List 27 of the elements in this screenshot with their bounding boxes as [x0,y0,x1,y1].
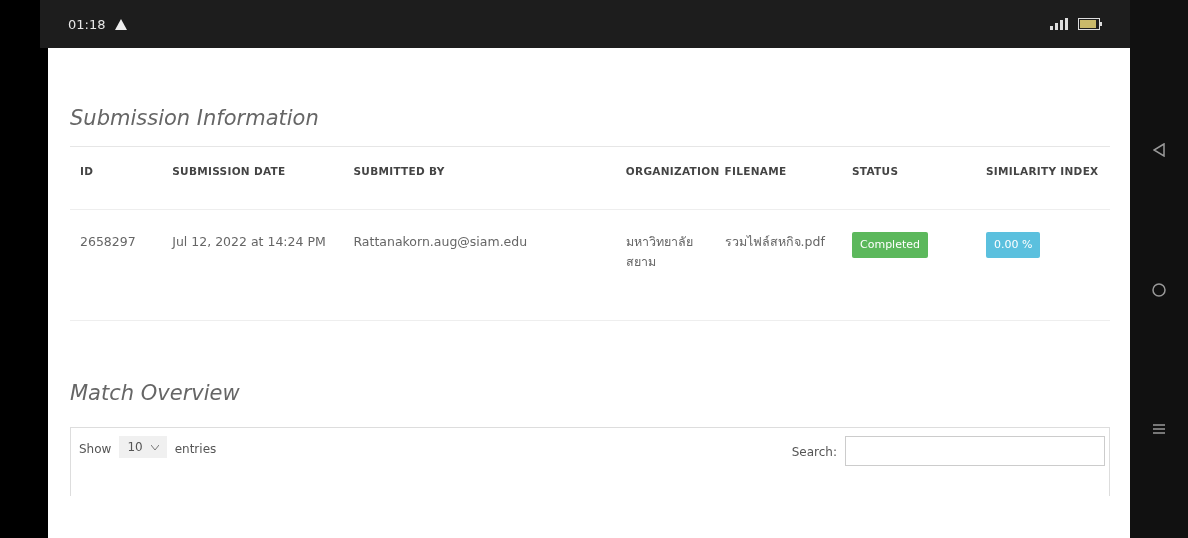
battery-icon [1078,18,1102,30]
table-cell: Rattanakorn.aug@siam.edu [343,209,616,321]
similarity-label: 0.00 % [985,232,1041,258]
search-label: Search: [791,445,837,459]
column-header: SIMILARITY INDEX [975,146,1110,210]
table-cell: มหาวิทยาลัยสยาม [615,209,715,321]
column-header: STATUS [842,146,976,210]
table-cell: รวมไฟล์สหกิจ.pdf [714,209,842,321]
menu-icon[interactable] [1153,423,1165,435]
search-field[interactable] [845,436,1105,466]
signal-icon [1050,18,1068,30]
entries-label: entries [174,442,217,456]
warning-icon [115,18,128,30]
section-title: Submission Information [70,106,320,130]
status-time: 01:18 [68,16,106,32]
caret-icon [150,444,159,450]
table-cell: Jul 12, 2022 at 14:24 PM [162,209,344,321]
column-header: ID [70,146,163,210]
table-cell: 2658297 [70,209,163,321]
section-title: Match Overview [70,381,241,405]
show-label: Show [79,442,112,456]
column-header: SUBMISSION DATE [162,146,344,210]
home-icon[interactable] [1152,283,1166,297]
entries-select[interactable]: 10 [119,436,167,458]
column-header: SUBMITTED BY [343,146,616,210]
status-label: Completed [852,232,928,258]
back-icon[interactable] [1153,143,1165,157]
